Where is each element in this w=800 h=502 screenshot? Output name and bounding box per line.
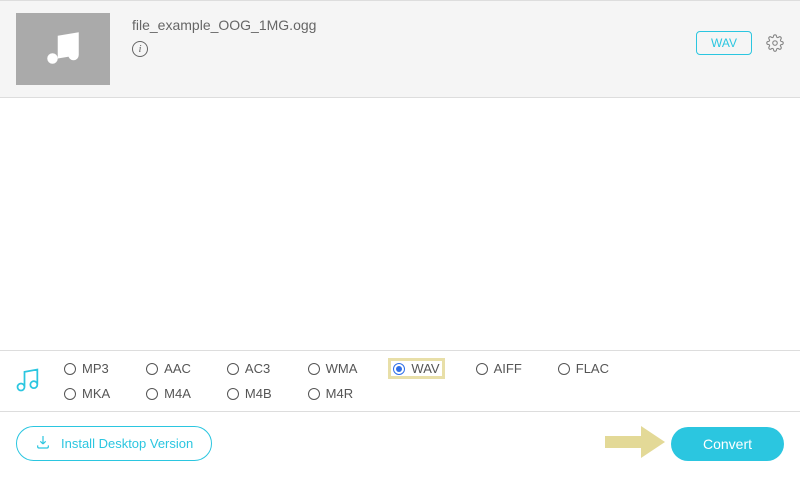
download-icon [35,434,51,453]
radio-icon [64,388,76,400]
format-option-label: FLAC [576,361,609,376]
format-option-label: M4R [326,386,353,401]
format-option-wav[interactable]: WAV [389,359,443,378]
radio-icon [308,363,320,375]
format-option-label: WAV [411,361,439,376]
audio-category-icon [14,366,42,397]
radio-icon [558,363,570,375]
file-panel: file_example_OOG_1MG.ogg i WAV [0,0,800,98]
install-desktop-button[interactable]: Install Desktop Version [16,426,212,461]
radio-icon [146,388,158,400]
radio-icon [308,388,320,400]
radio-icon [227,363,239,375]
file-meta: file_example_OOG_1MG.ogg i [132,13,674,57]
format-option-label: M4B [245,386,272,401]
footer: Install Desktop Version Convert [0,412,800,475]
convert-button[interactable]: Convert [671,427,784,461]
format-option-aiff[interactable]: AIFF [472,359,526,378]
format-option-mka[interactable]: MKA [60,384,114,403]
format-option-label: WMA [326,361,358,376]
info-icon[interactable]: i [132,41,148,57]
file-actions: WAV [696,13,784,55]
radio-icon [227,388,239,400]
format-option-label: AAC [164,361,191,376]
file-name: file_example_OOG_1MG.ogg [132,17,674,33]
radio-icon [476,363,488,375]
radio-icon [146,363,158,375]
format-option-m4a[interactable]: M4A [142,384,195,403]
format-option-m4r[interactable]: M4R [304,384,362,403]
format-option-ac3[interactable]: AC3 [223,359,276,378]
format-option-label: MP3 [82,361,109,376]
footer-right: Convert [603,422,784,465]
file-thumbnail [16,13,110,85]
format-option-mp3[interactable]: MP3 [60,359,114,378]
format-tag[interactable]: WAV [696,31,752,55]
install-desktop-label: Install Desktop Version [61,436,193,451]
content-area [0,98,800,350]
format-option-label: AC3 [245,361,270,376]
music-note-icon [42,27,84,72]
radio-icon [64,363,76,375]
format-option-aac[interactable]: AAC [142,359,195,378]
radio-icon [393,363,405,375]
format-option-label: MKA [82,386,110,401]
format-option-flac[interactable]: FLAC [554,359,613,378]
gear-icon[interactable] [766,34,784,52]
format-option-wma[interactable]: WMA [304,359,362,378]
format-option-label: M4A [164,386,191,401]
format-bar: MP3 AAC AC3 WMA WAV AIFF FLAC MKA M4A M4B M4R [0,350,800,412]
arrow-right-icon [603,422,667,465]
format-option-label: AIFF [494,361,522,376]
format-grid: MP3 AAC AC3 WMA WAV AIFF FLAC MKA M4A M4B M4R [60,359,613,403]
format-option-m4b[interactable]: M4B [223,384,276,403]
